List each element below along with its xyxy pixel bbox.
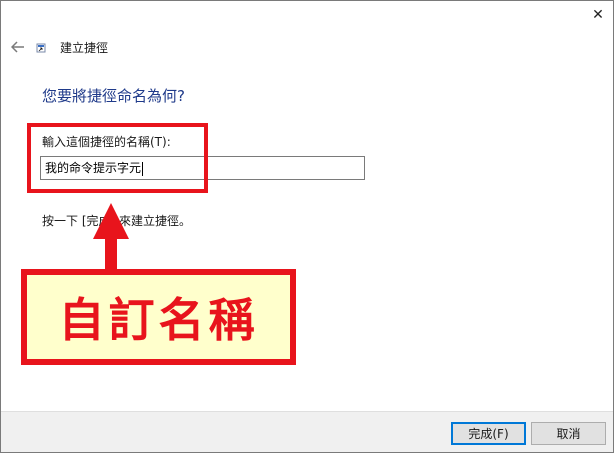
callout-text: 自訂名稱 — [58, 293, 259, 347]
back-button[interactable] — [7, 37, 29, 57]
button-bar: 完成(F) 取消 — [1, 411, 613, 452]
cancel-button[interactable]: 取消 — [531, 422, 606, 445]
close-button[interactable]: ✕ — [583, 1, 613, 29]
page-heading: 您要將捷徑命名為何? — [42, 87, 185, 105]
wizard-title: 建立捷徑 — [60, 41, 109, 55]
shortcut-icon — [36, 43, 46, 53]
finish-button[interactable]: 完成(F) — [451, 422, 526, 445]
annotation-callout: 自訂名稱 — [21, 269, 296, 365]
close-icon: ✕ — [592, 7, 604, 23]
create-shortcut-window: ✕ 建立捷徑 您要將捷徑命名為何? 輸入這個捷徑的名稱(T): 我的命令提示字元… — [0, 0, 614, 453]
highlight-box — [27, 123, 208, 193]
arrow-left-icon — [11, 41, 24, 53]
annotation-arrow-icon — [93, 203, 129, 271]
